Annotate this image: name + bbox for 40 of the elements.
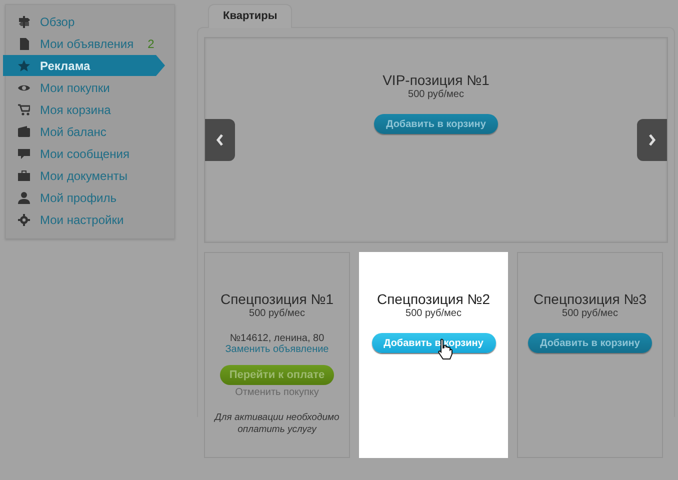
slot-title: VIP-позиция №1 (382, 72, 490, 88)
slot-price: 500 руб/мес (408, 89, 464, 100)
star-icon (18, 60, 30, 72)
sidebar-item[interactable]: Мои покупки (6, 77, 174, 98)
add-to-cart-button[interactable]: Добавить в корзину (374, 114, 498, 134)
activation-note: Для активации необходимо оплатить услугу (213, 412, 340, 436)
slot-price: 500 руб/мес (562, 308, 618, 319)
person-icon (18, 192, 30, 204)
wallet-icon (18, 126, 30, 138)
add-to-cart-button[interactable]: Добавить в корзину (372, 333, 496, 353)
listing-address: №14612, ленина, 80 (230, 333, 324, 344)
sidebar-item[interactable]: Обзор (6, 11, 174, 32)
slot-price: 500 руб/мес (406, 308, 462, 319)
sidebar-item[interactable]: Мой баланс (6, 121, 174, 142)
count-label: 2 (148, 36, 154, 50)
slot-title: Спецпозиция №3 (533, 291, 647, 307)
previous-button[interactable] (205, 119, 235, 161)
document-icon (18, 38, 30, 50)
sidebar-item[interactable]: Моя корзина (6, 99, 174, 120)
sidebar-item[interactable]: Мои документы (6, 165, 174, 186)
chevron-left-icon (215, 133, 225, 147)
pay-button[interactable]: Перейти к оплате (220, 365, 334, 385)
cart-icon (18, 104, 30, 116)
signpost-icon (18, 16, 30, 28)
sidebar-item[interactable]: Мои объявления 2 (6, 33, 174, 54)
sidebar-item[interactable]: Реклама (3, 55, 165, 76)
sidebar-item[interactable]: Мои сообщения (6, 143, 174, 164)
replace-link[interactable]: Заменить объявление (225, 344, 329, 355)
briefcase-icon (18, 170, 30, 182)
tab[interactable]: Квартиры (208, 4, 292, 28)
add-to-cart-button[interactable]: Добавить в корзину (528, 333, 652, 353)
slot-price: 500 руб/мес (249, 308, 305, 319)
slot-title: Спецпозиция №2 (376, 291, 490, 307)
cancel-link[interactable]: Отменить покупку (235, 387, 319, 398)
sidebar-item[interactable]: Мой профиль (6, 187, 174, 208)
sidebar-item[interactable]: Мои настройки (6, 209, 174, 230)
chevron-right-icon (647, 133, 657, 147)
message-icon (18, 148, 30, 160)
slot-title: Спецпозиция №1 (220, 291, 334, 307)
next-button[interactable] (637, 119, 667, 161)
